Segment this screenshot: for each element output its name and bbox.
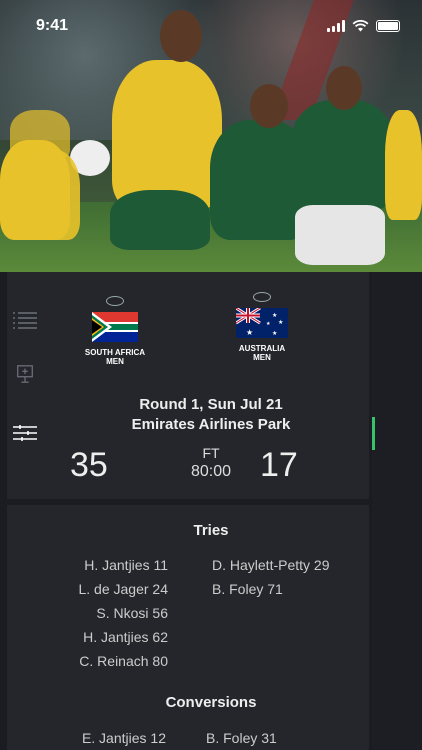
status-time: 9:41 — [36, 17, 69, 34]
active-tab-indicator — [372, 417, 375, 450]
match-venue: Emirates Airlines Park — [131, 416, 291, 433]
conversions-title: Conversions — [165, 694, 257, 711]
list-item: H. Jantjies 62 — [83, 629, 168, 645]
list-item: C. Reinach 80 — [79, 653, 168, 669]
scoring-details-card — [7, 505, 369, 750]
away-team[interactable]: ★ ★ ★ ★ ★ AUSTRALIA MEN — [226, 292, 298, 362]
away-tries-list: D. Haylett-Petty 29 B. Foley 71 — [212, 553, 330, 601]
home-team[interactable]: SOUTH AFRICA MEN — [80, 296, 150, 366]
svg-text:★: ★ — [278, 319, 283, 326]
svg-text:★: ★ — [266, 321, 271, 327]
home-tries-list: H. Jantjies 11 L. de Jager 24 S. Nkosi 5… — [78, 553, 168, 673]
tries-title: Tries — [193, 522, 229, 539]
away-conversions-list: B. Foley 31 — [206, 726, 277, 750]
battery-icon — [376, 20, 400, 32]
away-team-name-line1: AUSTRALIA — [238, 344, 286, 353]
list-item: B. Foley 31 — [206, 730, 277, 746]
away-team-name-line2: MEN — [253, 353, 271, 362]
match-clock: 80:00 — [190, 463, 232, 480]
list-item: L. de Jager 24 — [78, 581, 168, 597]
list-item: S. Nkosi 56 — [96, 605, 168, 621]
home-team-name: SOUTH AFRICA MEN — [80, 348, 150, 366]
australia-flag-icon: ★ ★ ★ ★ ★ — [236, 308, 288, 340]
list-icon[interactable] — [12, 310, 38, 330]
side-rail — [372, 272, 422, 750]
home-conversions-list: E. Jantjies 12 — [82, 726, 166, 750]
match-status: FT — [202, 445, 220, 461]
match-round-date: Round 1, Sun Jul 21 — [139, 396, 283, 413]
away-competition-crest-icon — [253, 292, 271, 302]
away-team-name: AUSTRALIA MEN — [226, 344, 298, 362]
svg-text:★: ★ — [246, 328, 253, 337]
screen-icon[interactable] — [12, 364, 38, 384]
list-item: B. Foley 71 — [212, 581, 283, 597]
wifi-icon — [352, 20, 369, 32]
list-item: H. Jantjies 11 — [84, 557, 168, 573]
list-item: D. Haylett-Petty 29 — [212, 557, 330, 573]
south-africa-flag-icon — [90, 312, 140, 344]
cellular-signal-icon — [327, 20, 345, 32]
filters-icon[interactable] — [12, 424, 38, 444]
home-competition-crest-icon — [106, 296, 124, 306]
list-item: E. Jantjies 12 — [81, 730, 166, 746]
status-bar: 9:41 — [0, 0, 422, 52]
svg-text:★: ★ — [272, 312, 277, 319]
home-team-name-line1: SOUTH AFRICA — [84, 348, 146, 357]
home-team-name-line2: MEN — [106, 357, 124, 366]
svg-text:★: ★ — [272, 330, 277, 337]
